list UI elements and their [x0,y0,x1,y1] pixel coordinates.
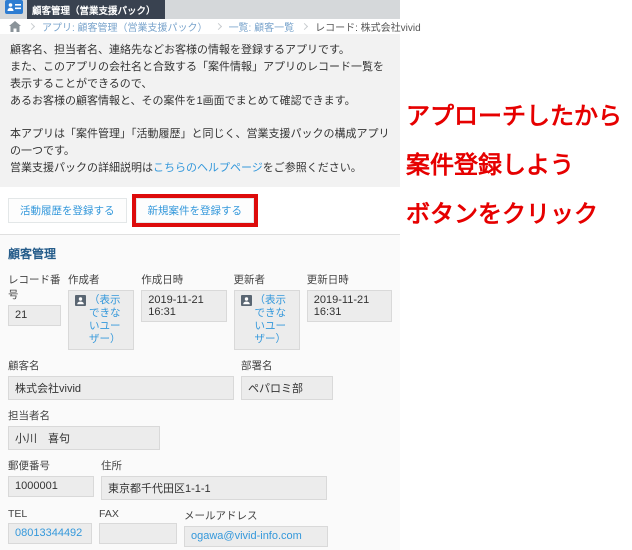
breadcrumb: アプリ: 顧客管理（営業支援パック） 一覧: 顧客一覧 レコード: 株式会社vi… [0,19,421,34]
field-value: 2019-11-21 16:31 [306,290,393,322]
field-department: 部署名 ペパロミ部 [241,358,333,400]
field-value: ペパロミ部 [241,376,333,400]
breadcrumb-view-link[interactable]: 一覧: 顧客一覧 [229,19,295,34]
field-zip-code: 郵便番号 1000001 [8,458,94,497]
customer-row: 顧客名 株式会社vivid 部署名 ペパロミ部 [8,358,392,400]
description-link-suffix: をご参照ください。 [262,162,362,174]
field-email: メールアドレス ogawa@vivid-info.com [184,508,328,547]
phone-row: TEL 08013344492 FAX メールアドレス ogawa@vivid-… [8,508,392,547]
field-label: 郵便番号 [8,460,50,472]
field-updater: 更新者 （表示できないユーザー） [233,272,300,350]
field-tel: TEL 08013344492 [8,508,92,544]
email-link[interactable]: ogawa@vivid-info.com [184,526,328,547]
field-customer-name: 顧客名 株式会社vivid [8,358,234,400]
field-value: 1000001 [8,476,94,497]
register-activity-button[interactable]: 活動履歴を登録する [8,198,127,223]
chevron-separator-icon [301,22,309,31]
user-icon [75,295,87,346]
app-window: 顧客管理（営業支援パック） アプリ: 顧客管理（営業支援パック） 一覧: 顧客一… [0,0,421,550]
field-label: TEL [8,508,28,520]
address-row: 郵便番号 1000001 住所 東京都千代田区1-1-1 [8,458,392,500]
home-icon[interactable] [9,21,21,32]
annotation-line: アプローチしたから [406,103,622,130]
field-label: 更新日時 [306,274,349,286]
description-line: あるお客様の顧客情報と、その案件を1画面でまとめて確認できます。 [10,95,356,107]
app-icon-box [0,0,27,19]
record-meta-row: レコード番号 21 作成者 （表示できないユーザー） 作成日時 2019-11-… [8,272,393,350]
field-contact-name: 担当者名 小川 喜句 [8,408,160,450]
field-creator: 作成者 （表示できないユーザー） [68,272,135,350]
record-detail-area: 顧客管理 レコード番号 21 作成者 （表示できないユーザー） 作成日時 201… [0,234,400,550]
annotation-line: 案件登録しよう [406,152,574,179]
chevron-separator-icon [27,22,36,31]
help-page-link[interactable]: こちらのヘルプページ [153,162,263,174]
breadcrumb-record-current: レコード: 株式会社vivid [315,23,421,34]
register-deal-button[interactable]: 新規案件を登録する [135,198,254,223]
description-line: また、このアプリの会社名と合致する「案件情報」アプリのレコード一覧を表示すること… [10,61,384,90]
field-value: （表示できないユーザー） [68,290,135,350]
app-title-tab[interactable]: 顧客管理（営業支援パック） [27,0,165,19]
field-value: 2019-11-21 16:31 [141,290,227,322]
field-record-number: レコード番号 21 [8,272,62,326]
app-header-bar: 顧客管理（営業支援パック） [0,0,400,19]
red-highlight-rectangle: 新規案件を登録する [131,194,258,227]
field-value: （表示できないユーザー） [233,290,300,350]
contact-card-icon [4,0,23,19]
field-created-at: 作成日時 2019-11-21 16:31 [141,272,227,322]
app-description: 顧客名、担当者名、連絡先などお客様の情報を登録するアプリです。 また、このアプリ… [0,34,400,187]
field-label: 部署名 [241,360,273,372]
field-label: 住所 [101,460,122,472]
field-value: 21 [8,305,62,326]
field-label: 作成日時 [141,274,184,286]
creator-user-link[interactable]: （表示できないユーザー） [89,294,127,346]
field-label: 更新者 [233,274,266,286]
field-fax: FAX [99,508,177,544]
chevron-separator-icon [214,22,222,31]
field-label: レコード番号 [8,274,61,301]
contact-row: 担当者名 小川 喜句 [8,408,392,450]
field-label: 作成者 [68,274,100,286]
field-value: 小川 喜句 [8,426,160,450]
red-annotation-text: アプローチしたから 案件登録しよう ボタンをクリック [406,92,622,239]
section-title: 顧客管理 [8,247,57,261]
record-toolbar: 活動履歴を登録する 新規案件を登録する [0,187,400,234]
breadcrumb-app-link[interactable]: アプリ: 顧客管理（営業支援パック） [42,19,208,34]
field-value: 株式会社vivid [8,376,234,400]
description-line: 本アプリは「案件管理」「活動履歴」と同じく、営業支援パックの構成アプリの一つです… [10,128,390,157]
description-line-with-link: 営業支援パックの詳細説明はこちらのヘルプページをご参照ください。 [10,160,390,177]
tel-link[interactable]: 08013344492 [8,523,92,544]
user-icon [240,295,252,346]
field-value [99,523,177,544]
field-label: メールアドレス [184,510,258,522]
field-label: 顧客名 [8,360,40,372]
description-link-prefix: 営業支援パックの詳細説明は [10,162,153,174]
page: 顧客管理（営業支援パック） アプリ: 顧客管理（営業支援パック） 一覧: 顧客一… [0,0,632,550]
description-line: 顧客名、担当者名、連絡先などお客様の情報を登録するアプリです。 [10,44,350,56]
field-updated-at: 更新日時 2019-11-21 16:31 [306,272,393,322]
field-value: 東京都千代田区1-1-1 [101,476,327,500]
app-title: 顧客管理（営業支援パック） [32,5,156,17]
field-address: 住所 東京都千代田区1-1-1 [101,458,327,500]
annotation-line: ボタンをクリック [406,201,598,228]
field-label: FAX [99,508,119,520]
updater-user-link[interactable]: （表示できないユーザー） [255,294,293,346]
field-label: 担当者名 [8,410,50,422]
